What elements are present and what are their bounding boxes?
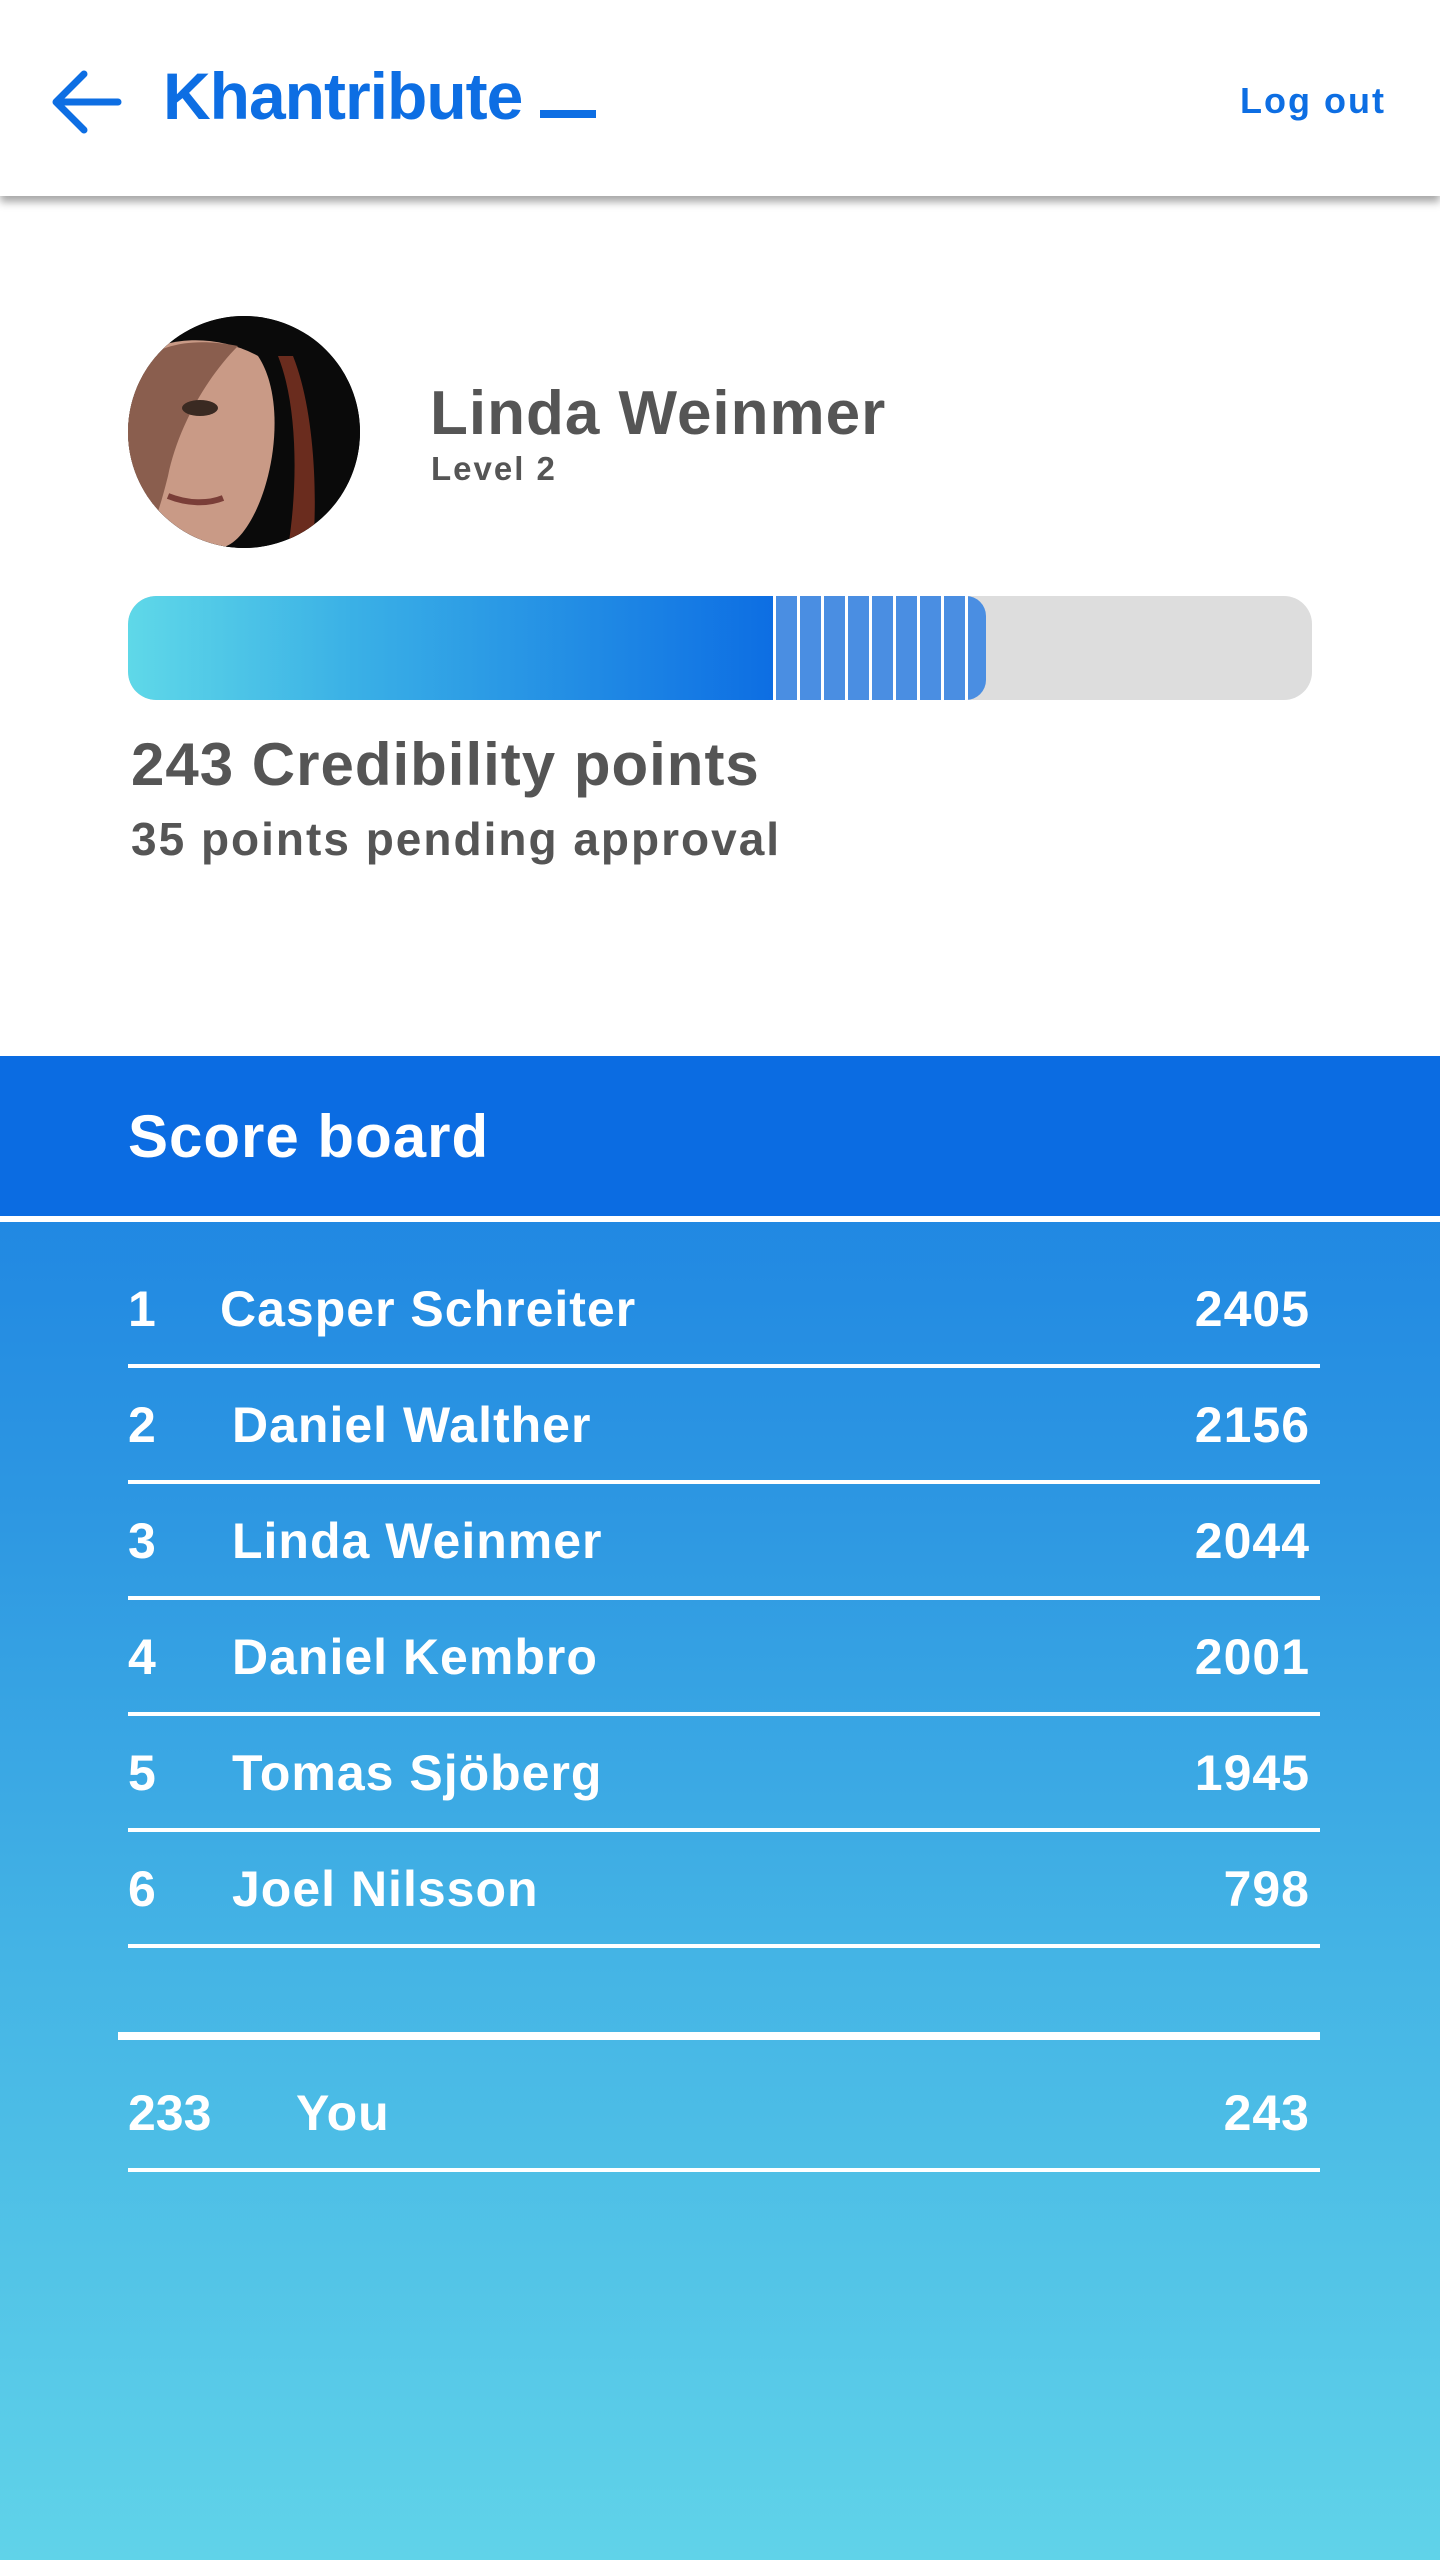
row-score: 2156 — [1194, 1397, 1310, 1453]
app-logo: Khantribute — [163, 59, 523, 133]
row-score: 2001 — [1194, 1629, 1310, 1685]
row-score: 2405 — [1194, 1281, 1310, 1337]
logo-underscore — [540, 110, 596, 118]
row-rank: 1 — [128, 1281, 156, 1337]
row-score: 243 — [1223, 2085, 1310, 2141]
scoreboard-row[interactable]: 6 Joel Nilsson 798 — [128, 1832, 1320, 1948]
row-rank: 5 — [128, 1745, 156, 1801]
scoreboard-header: Score board — [0, 1056, 1440, 1216]
row-name: Daniel Walther — [232, 1397, 592, 1453]
back-arrow-icon[interactable] — [48, 62, 128, 142]
row-name: You — [296, 2085, 390, 2141]
app-header: Khantribute Log out — [0, 0, 1440, 196]
row-score: 798 — [1223, 1861, 1310, 1917]
row-name: Joel Nilsson — [232, 1861, 539, 1917]
row-rank: 233 — [128, 2085, 212, 2141]
row-rank: 4 — [128, 1629, 156, 1685]
you-separator — [118, 2032, 1320, 2040]
avatar — [128, 316, 360, 548]
credibility-points: 243 Credibility points — [131, 731, 760, 798]
row-rank: 3 — [128, 1513, 156, 1569]
scoreboard-row[interactable]: 3 Linda Weinmer 2044 — [128, 1484, 1320, 1600]
profile-level: Level 2 — [431, 450, 557, 487]
progress-pending-segment — [773, 596, 986, 700]
row-score: 1945 — [1194, 1745, 1310, 1801]
scoreboard-row-you[interactable]: 233 You 243 — [128, 2056, 1320, 2172]
row-name: Daniel Kembro — [232, 1629, 598, 1685]
row-name: Casper Schreiter — [220, 1281, 637, 1337]
row-rank: 6 — [128, 1861, 156, 1917]
credibility-progress-bar — [128, 596, 1312, 700]
progress-fill — [128, 596, 773, 700]
pending-points: 35 points pending approval — [131, 813, 782, 865]
scoreboard-divider — [0, 1216, 1440, 1222]
scoreboard-title: Score board — [128, 1103, 490, 1170]
scoreboard-row[interactable]: 2 Daniel Walther 2156 — [128, 1368, 1320, 1484]
logout-button[interactable]: Log out — [1240, 80, 1386, 122]
row-rank: 2 — [128, 1397, 156, 1453]
row-name: Tomas Sjöberg — [232, 1745, 603, 1801]
row-score: 2044 — [1194, 1513, 1310, 1569]
row-name: Linda Weinmer — [232, 1513, 603, 1569]
scoreboard-row[interactable]: 4 Daniel Kembro 2001 — [128, 1600, 1320, 1716]
profile-name: Linda Weinmer — [430, 379, 887, 448]
scoreboard-row[interactable]: 5 Tomas Sjöberg 1945 — [128, 1716, 1320, 1832]
scoreboard-row[interactable]: 1 Casper Schreiter 2405 — [128, 1252, 1320, 1368]
scoreboard: Score board 1 Casper Schreiter 2405 2 Da… — [0, 1056, 1440, 2560]
